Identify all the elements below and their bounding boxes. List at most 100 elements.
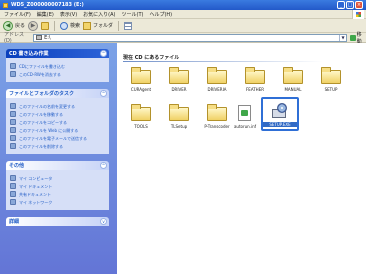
delete-icon	[10, 143, 16, 149]
window-controls: _ □ ×	[337, 1, 363, 9]
cd-tasks-header[interactable]: CD 書き込み作業 ^	[6, 49, 109, 58]
item-label: SETUP	[324, 87, 338, 92]
item-label: DRIVERIA	[207, 87, 227, 92]
shared-documents-icon	[10, 191, 16, 197]
menu-tools[interactable]: ツール(T)	[122, 11, 144, 18]
panel-title: ファイルとフォルダのタスク	[9, 91, 75, 97]
email-icon	[10, 135, 16, 141]
my-network-icon	[10, 199, 16, 205]
cd-drive-icon	[36, 35, 43, 40]
folders-icon	[83, 21, 92, 30]
window-title: WD5_Z000000007183 (E:)	[11, 2, 84, 8]
folder-icon	[283, 67, 303, 84]
place-my-documents[interactable]: マイ ドキュメント	[10, 183, 106, 189]
my-computer-icon	[10, 175, 16, 181]
drive-icon	[3, 2, 8, 8]
close-button[interactable]: ×	[355, 1, 363, 9]
task-copy[interactable]: このファイルをコピーする	[10, 119, 106, 125]
expand-chevron-icon[interactable]: v	[100, 218, 107, 225]
panel-title: 詳細	[9, 219, 20, 225]
address-dropdown-button[interactable]: ▼	[339, 34, 346, 41]
item-label: FEATHER	[245, 87, 264, 92]
collapse-chevron-icon[interactable]: ^	[100, 162, 107, 169]
cd-erase-icon	[10, 71, 16, 77]
group-header: 現在 CD にあるファイル	[123, 55, 180, 61]
toolbar: ◀ 戻る ▶ 検索 フォルダ	[0, 19, 366, 33]
task-label: このファイルをコピーする	[19, 119, 67, 125]
autorun-file-icon	[238, 105, 251, 121]
address-bar: アドレス(D) E:\ ▼ 移動	[0, 32, 366, 45]
folder-icon	[321, 67, 341, 84]
setup-exe-item[interactable]: SETUP.EXE	[261, 97, 299, 131]
file-tasks-panel: ファイルとフォルダのタスク ^ このファイルの名前を変更する このファイルを移動…	[6, 89, 109, 154]
task-email[interactable]: このファイルを電子メールで送信する	[10, 135, 106, 141]
maximize-button[interactable]: □	[346, 1, 354, 9]
back-label: 戻る	[15, 23, 26, 29]
item-label: MANUAL	[284, 87, 302, 92]
toolbar-separator	[54, 20, 56, 31]
task-label: CDにファイルを書き込む	[19, 63, 65, 69]
task-move[interactable]: このファイルを移動する	[10, 111, 106, 117]
group-divider	[123, 61, 323, 62]
folder-item[interactable]: TLSetup	[161, 104, 197, 129]
panel-body: マイ コンピュータ マイ ドキュメント 共有ドキュメント マイ ネットワーク	[6, 170, 109, 210]
task-erase-cd[interactable]: このCD-RWを消去する	[10, 71, 106, 77]
file-item[interactable]: autorun.inf	[227, 104, 263, 129]
collapse-chevron-icon[interactable]: ^	[100, 90, 107, 97]
menu-file[interactable]: ファイル(F)	[4, 11, 31, 18]
task-delete[interactable]: このファイルを削除する	[10, 143, 106, 149]
details-header[interactable]: 詳細 v	[6, 217, 109, 226]
rename-icon	[10, 103, 16, 109]
setup-installer-icon	[272, 103, 288, 119]
menu-edit[interactable]: 編集(E)	[37, 11, 54, 18]
file-tasks-header[interactable]: ファイルとフォルダのタスク ^	[6, 89, 109, 98]
folder-item[interactable]: DRIVERIA	[199, 67, 235, 92]
forward-button[interactable]: ▶	[28, 20, 39, 31]
place-my-network[interactable]: マイ ネットワーク	[10, 199, 106, 205]
task-pane: CD 書き込み作業 ^ CDにファイルを書き込む このCD-RWを消去する ファ…	[0, 43, 117, 274]
cd-tasks-panel: CD 書き込み作業 ^ CDにファイルを書き込む このCD-RWを消去する	[6, 49, 109, 82]
task-write-cd[interactable]: CDにファイルを書き込む	[10, 63, 106, 69]
folder-icon	[207, 104, 227, 121]
search-icon	[60, 21, 69, 30]
search-label: 検索	[70, 23, 81, 29]
menu-help[interactable]: ヘルプ(H)	[149, 11, 172, 18]
up-folder-button[interactable]	[41, 21, 50, 30]
title-bar[interactable]: WD5_Z000000007183 (E:) _ □ ×	[0, 0, 366, 10]
views-button[interactable]	[124, 21, 133, 30]
web-publish-icon	[10, 127, 16, 133]
folder-icon	[131, 104, 151, 121]
panel-title: CD 書き込み作業	[9, 51, 49, 57]
search-button[interactable]: 検索	[60, 21, 81, 30]
other-places-header[interactable]: その他 ^	[6, 161, 109, 170]
task-label: このファイルを移動する	[19, 111, 63, 117]
folder-item[interactable]: MANUAL	[275, 67, 311, 92]
views-icon	[124, 21, 133, 30]
place-my-computer[interactable]: マイ コンピュータ	[10, 175, 106, 181]
address-field[interactable]: E:\ ▼	[33, 33, 348, 42]
folder-item[interactable]: TOOLS	[123, 104, 159, 129]
panel-title: その他	[9, 163, 25, 169]
explorer-window: WD5_Z000000007183 (E:) _ □ × ファイル(F) 編集(…	[0, 0, 366, 274]
menu-view[interactable]: 表示(V)	[60, 11, 77, 18]
folder-item[interactable]: SETUP	[313, 67, 349, 92]
folder-item[interactable]: FEATHER	[237, 67, 273, 92]
task-rename[interactable]: このファイルの名前を変更する	[10, 103, 106, 109]
folder-icon	[207, 67, 227, 84]
menu-favorites[interactable]: お気に入り(A)	[83, 11, 115, 18]
collapse-chevron-icon[interactable]: ^	[100, 50, 107, 57]
up-folder-icon	[41, 21, 50, 30]
place-label: 共有ドキュメント	[19, 191, 51, 197]
task-publish-web[interactable]: このファイルを Web に公開する	[10, 127, 106, 133]
place-label: マイ コンピュータ	[19, 175, 53, 181]
folder-item[interactable]: DRIVER	[161, 67, 197, 92]
task-label: このファイルを電子メールで送信する	[19, 135, 87, 141]
minimize-button[interactable]: _	[337, 1, 345, 9]
place-shared-documents[interactable]: 共有ドキュメント	[10, 191, 106, 197]
item-label: autorun.inf	[233, 124, 257, 129]
folders-button[interactable]: フォルダ	[83, 21, 113, 30]
file-view: 現在 CD にあるファイル CURAgent DRIVER DRIVERIA F…	[117, 43, 366, 274]
panel-body: このファイルの名前を変更する このファイルを移動する このファイルをコピーする …	[6, 98, 109, 154]
folder-item[interactable]: CURAgent	[123, 67, 159, 92]
back-button[interactable]: ◀ 戻る	[3, 20, 26, 31]
